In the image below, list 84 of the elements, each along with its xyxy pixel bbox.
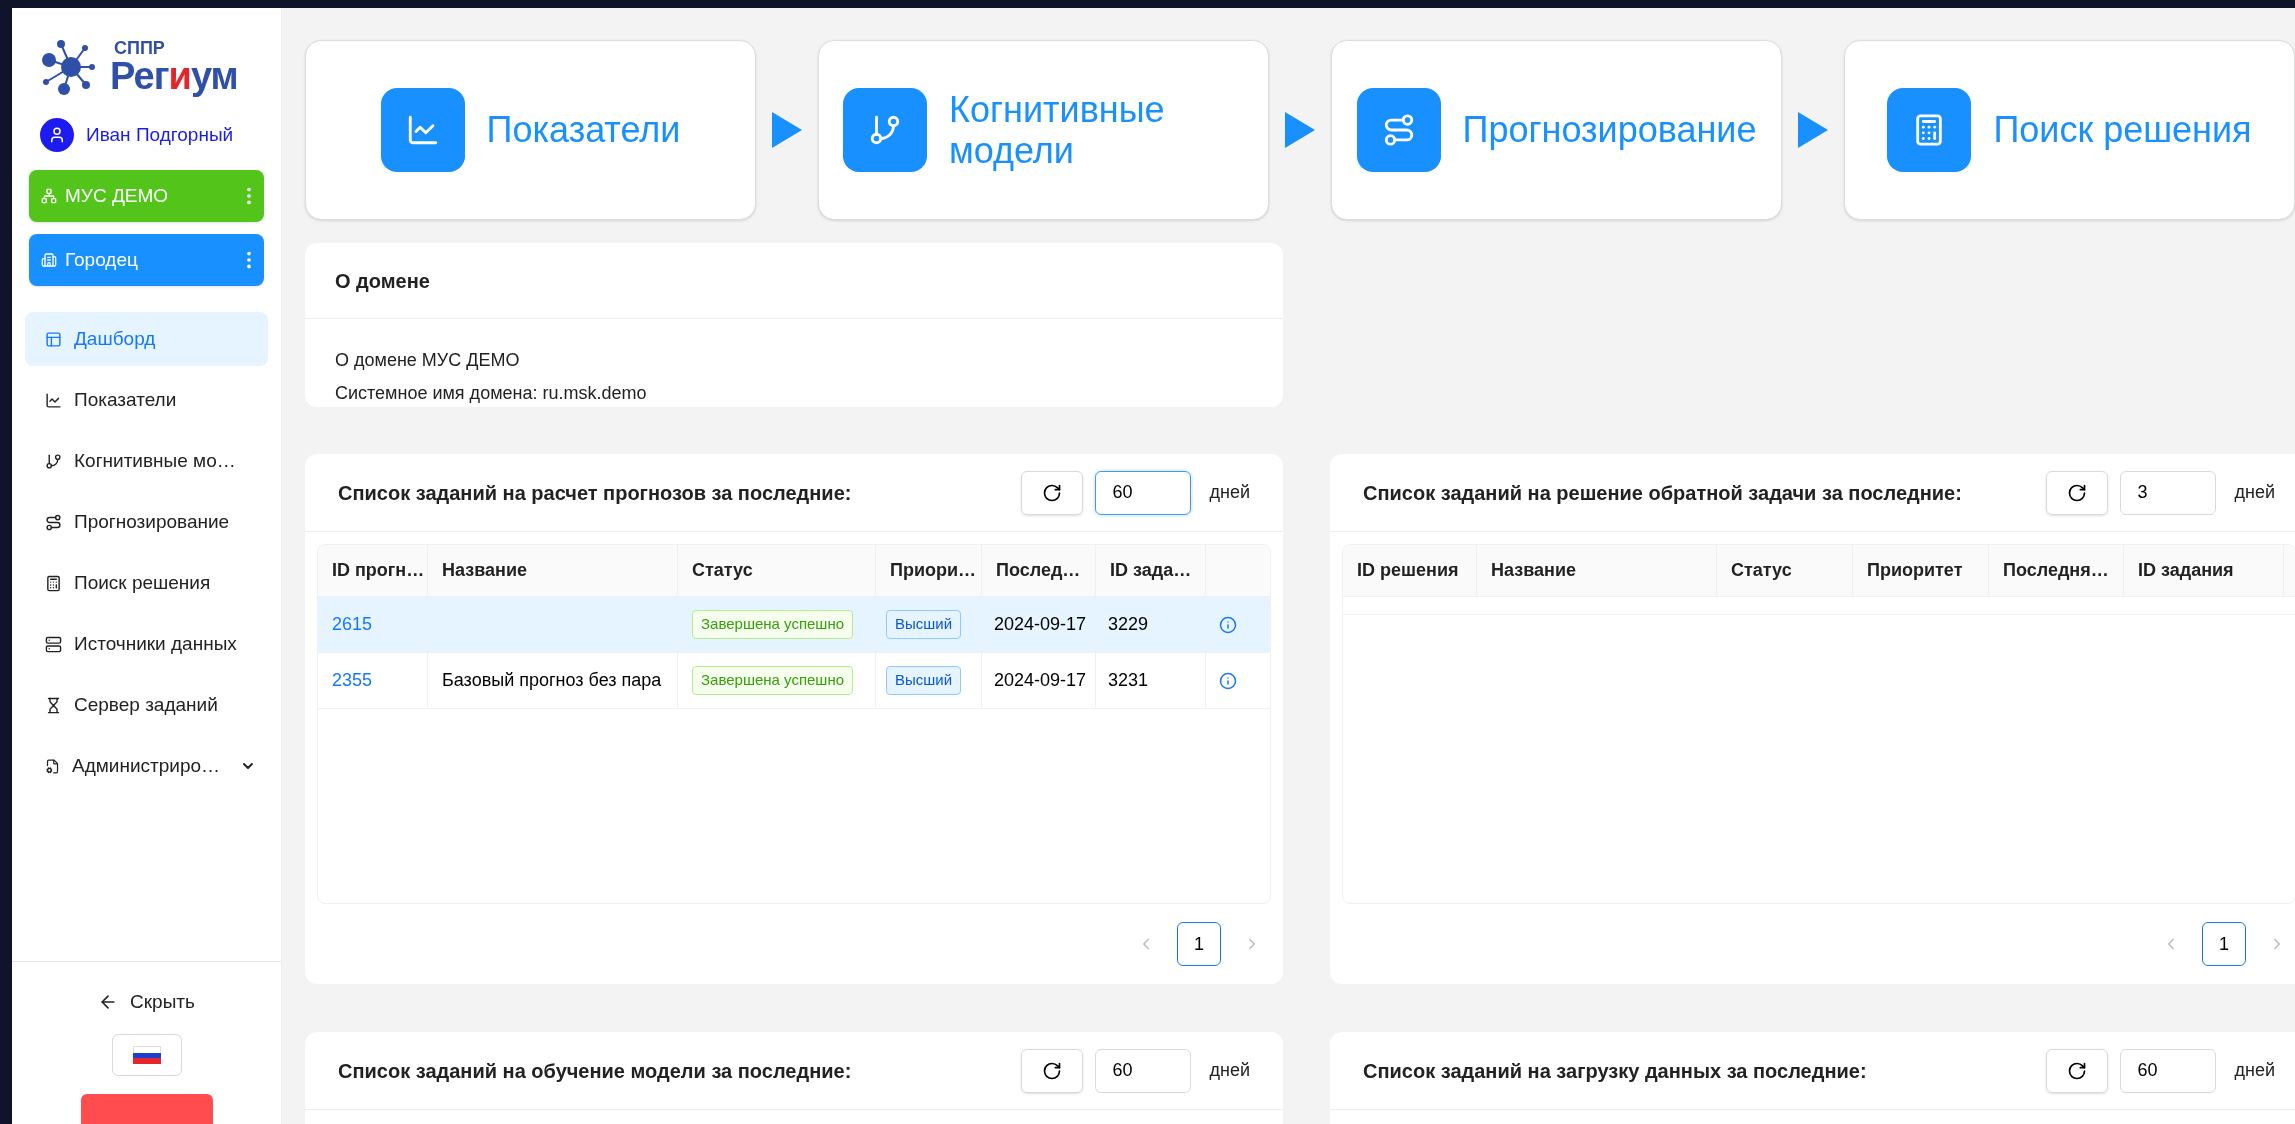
nav-item[interactable]: Показатели: [25, 373, 268, 427]
chart-icon: [45, 391, 62, 409]
nav-item[interactable]: Источники данных: [25, 617, 268, 671]
status-tag: Завершена успешно: [692, 666, 853, 695]
nav-item[interactable]: Прогнозирование: [25, 495, 268, 549]
days-unit: дней: [1209, 1059, 1250, 1082]
days-input[interactable]: 3: [2120, 470, 2217, 515]
table-cell-text: 3231: [1108, 669, 1149, 692]
refresh-button[interactable]: [2046, 470, 2109, 515]
card-title: О домене: [335, 268, 430, 294]
refresh-button[interactable]: [1021, 470, 1084, 515]
days-unit: дней: [1209, 481, 1250, 504]
page-number-button[interactable]: 1: [2202, 922, 2246, 966]
step-label: Показатели: [486, 109, 681, 151]
building-icon: [41, 252, 57, 268]
admin-icon: [45, 757, 61, 775]
logo-caption: СППР: [113, 39, 166, 57]
hourglass-icon: [45, 696, 62, 714]
days-unit: дней: [2234, 481, 2275, 504]
step-label: Прогнозирование: [1462, 109, 1757, 151]
page-number-button[interactable]: 1: [1177, 922, 1221, 966]
days-unit: дней: [2234, 1059, 2275, 1082]
step-label: Поиск решения: [1993, 109, 2252, 151]
branch-icon: [45, 452, 62, 470]
column-header[interactable]: ID зада…: [1096, 545, 1206, 596]
arrow-icon: [1285, 112, 1315, 148]
about-text: О домене МУС ДЕМО: [335, 349, 521, 372]
days-input[interactable]: 60: [1095, 470, 1192, 515]
nav-item[interactable]: Поиск решения: [25, 556, 268, 610]
column-header[interactable]: Название: [1477, 545, 1717, 596]
avatar[interactable]: [40, 118, 74, 152]
nav-item[interactable]: Сервер заданий: [25, 678, 268, 732]
branch-icon: [868, 113, 902, 147]
language-button[interactable]: [111, 1034, 182, 1076]
calc-icon: [45, 574, 62, 592]
column-header[interactable]: Статус: [678, 545, 876, 596]
user-icon: [48, 126, 66, 144]
network-icon: [41, 188, 57, 204]
server-icon: [45, 635, 62, 653]
about-text: Системное имя домена: ru.msk.demo: [335, 382, 648, 405]
nav-item[interactable]: Когнитивные мо…: [25, 434, 268, 488]
panel-title: Список заданий на расчет прогнозов за последние:: [338, 480, 853, 506]
refresh-button[interactable]: [1021, 1048, 1084, 1093]
info-icon[interactable]: [1219, 671, 1237, 690]
refresh-icon: [2067, 1060, 2088, 1081]
forecast-id-link[interactable]: 2355: [332, 667, 373, 694]
status-tag: Завершена успешно: [692, 610, 853, 639]
column-header[interactable]: Послед…: [982, 545, 1096, 596]
column-header[interactable]: Приоритет: [1853, 545, 1989, 596]
russian-flag-icon: [132, 1046, 161, 1064]
step-label: Когнитивные модели: [949, 88, 1166, 172]
table-cell-text: 2024-09-17: [994, 613, 1087, 636]
column-header[interactable]: Приори…: [876, 545, 982, 596]
column-header[interactable]: Последня…: [1989, 545, 2124, 596]
logo-wordmark: Региум: [110, 57, 238, 95]
panel-title: Список заданий на обучение модели за последние:: [338, 1058, 853, 1084]
priority-tag: Высший: [886, 610, 962, 639]
forecast-id-link[interactable]: 2615: [332, 611, 373, 638]
nav-item[interactable]: Дашборд: [25, 312, 268, 366]
nav-item[interactable]: Администриро…: [25, 739, 268, 793]
table-cell-text: Базовый прогноз без пара: [442, 669, 662, 692]
route-icon: [45, 513, 62, 531]
user-name[interactable]: Иван Подгорный: [86, 120, 234, 150]
collapse-button[interactable]: Скрыть: [98, 987, 195, 1016]
table-cell-text: 2024-09-17: [994, 669, 1087, 692]
dashboard-icon: [45, 330, 62, 348]
refresh-button[interactable]: [2046, 1048, 2109, 1093]
column-header[interactable]: ID прогн…: [318, 545, 428, 596]
refresh-icon: [1042, 1060, 1063, 1081]
column-header[interactable]: Название: [428, 545, 678, 596]
priority-tag: Высший: [886, 666, 962, 695]
table-cell-text: 3229: [1108, 613, 1149, 636]
column-header[interactable]: Статус: [1717, 545, 1853, 596]
column-header[interactable]: ID решения: [1343, 545, 1477, 596]
arrow-icon: [772, 112, 802, 148]
panel-title: Список заданий на решение обратной задачи за последние:: [1363, 480, 1963, 506]
refresh-icon: [1042, 482, 1063, 503]
days-input[interactable]: 60: [2120, 1048, 2217, 1093]
arrow-icon: [1798, 112, 1828, 148]
refresh-icon: [2067, 482, 2088, 503]
days-input[interactable]: 60: [1095, 1048, 1192, 1093]
column-header[interactable]: ID задания: [2124, 545, 2284, 596]
info-icon[interactable]: [1219, 615, 1237, 634]
panel-title: Список заданий на загрузку данных за последние:: [1363, 1058, 1868, 1084]
